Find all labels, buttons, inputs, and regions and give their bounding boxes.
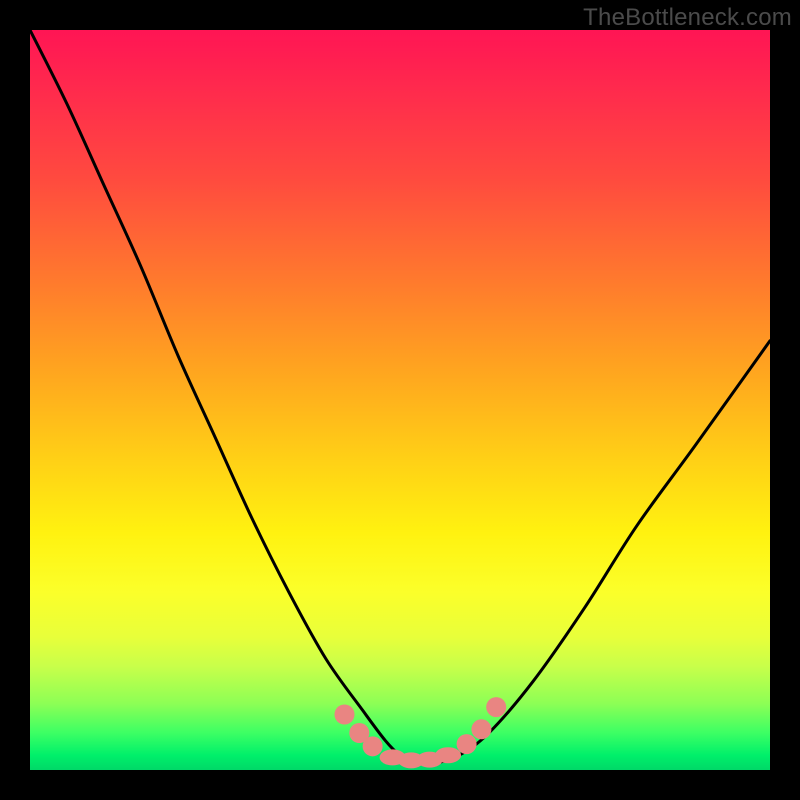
curve-marker [435,747,461,763]
watermark-text: TheBottleneck.com [583,4,792,32]
curve-marker [363,736,383,756]
curve-marker [471,719,491,739]
curve-marker [457,734,477,754]
curve-marker [417,752,443,768]
curve-marker [380,749,406,765]
chart-frame: TheBottleneck.com [0,0,800,800]
curve-marker [398,752,424,768]
bottleneck-curve [30,30,770,764]
curve-marker [335,705,355,725]
curve-marker [349,723,369,743]
curve-layer [30,30,770,770]
plot-area [30,30,770,770]
curve-marker [486,697,506,717]
